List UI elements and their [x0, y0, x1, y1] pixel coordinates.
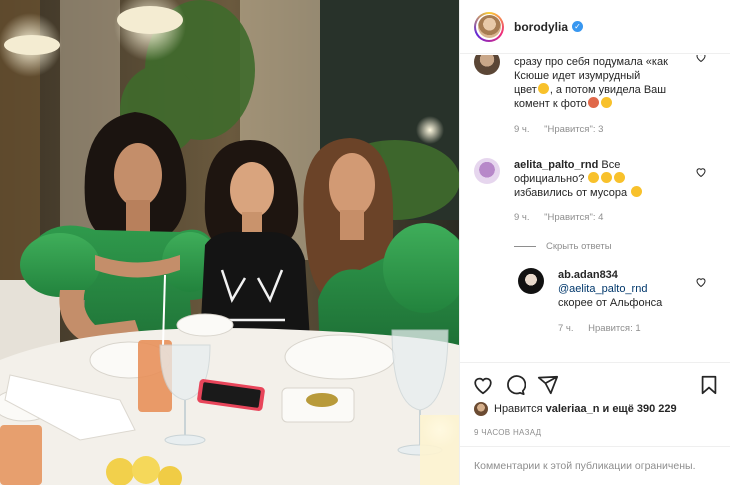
grin-emoji-icon: [600, 97, 612, 108]
grin-emoji-icon: [537, 83, 549, 94]
bookmark-icon[interactable]: [698, 374, 720, 396]
comment-likes[interactable]: Нравится: 1: [588, 323, 640, 334]
comment-username[interactable]: aelita_palto_rnd: [514, 159, 598, 171]
likes-count[interactable]: и ещё 390 229: [603, 403, 677, 415]
like-comment-heart-icon[interactable]: [695, 55, 707, 63]
author-username[interactable]: borodylia: [514, 20, 568, 34]
comment-text: aelita_palto_rnd Все официально? избавил…: [514, 158, 699, 200]
post-header: borodylia ✓: [460, 0, 730, 54]
comment-meta: 7 ч. Нравится: 1: [558, 323, 653, 334]
commenter-avatar[interactable]: [474, 158, 500, 184]
comment-likes[interactable]: "Нравится": 4: [544, 212, 603, 223]
likes-summary[interactable]: Нравится valeriaa_n и ещё 390 229: [474, 402, 677, 416]
photo-scene: [0, 0, 459, 485]
post-photo[interactable]: [0, 0, 459, 485]
post-sidebar: borodylia ✓ сразу про себя подумала «как…: [459, 0, 730, 485]
comment-username[interactable]: ab.adan834: [558, 268, 698, 282]
comment-time: 7 ч.: [558, 323, 574, 334]
liker-username[interactable]: valeriaa_n: [546, 403, 600, 415]
hide-replies-button[interactable]: Скрыть ответы: [514, 241, 612, 252]
commenter-avatar[interactable]: [474, 55, 500, 75]
heart-icon[interactable]: [472, 374, 494, 396]
like-comment-heart-icon[interactable]: [695, 276, 707, 288]
share-icon[interactable]: [537, 374, 559, 396]
comments-disabled-notice: Комментарии к этой публикации ограничены…: [460, 446, 730, 485]
post-timestamp[interactable]: 9 ЧАСОВ НАЗАД: [474, 428, 541, 437]
comment-meta: 9 ч. "Нравится": 3: [514, 124, 615, 135]
comment-text: сразу про себя подумала «как Ксюше идет …: [514, 56, 668, 110]
comment-icon[interactable]: [504, 374, 526, 396]
verified-badge-icon: ✓: [572, 21, 584, 32]
commenter-avatar[interactable]: [518, 268, 544, 294]
comment-time: 9 ч.: [514, 212, 530, 223]
comment-meta: 9 ч. "Нравится": 4: [514, 212, 615, 223]
clap-emoji-icon: [614, 172, 626, 183]
mention-link[interactable]: @aelita_palto_rnd: [558, 282, 698, 296]
comment-time: 9 ч.: [514, 124, 530, 135]
clap-emoji-icon: [601, 172, 613, 183]
comment-text: ab.adan834 @aelita_palto_rnd скорее от А…: [558, 268, 698, 310]
likes-prefix: Нравится: [494, 403, 543, 415]
like-comment-heart-icon[interactable]: [695, 166, 707, 178]
liker-avatar: [474, 402, 488, 416]
comments-list[interactable]: сразу про себя подумала «как Ксюше идет …: [460, 55, 730, 360]
comment-likes[interactable]: "Нравится": 3: [544, 124, 603, 135]
facepalm-emoji-icon: [587, 97, 599, 108]
laugh-emoji-icon: [631, 186, 643, 197]
clap-emoji-icon: [588, 172, 600, 183]
author-avatar[interactable]: [474, 11, 504, 42]
